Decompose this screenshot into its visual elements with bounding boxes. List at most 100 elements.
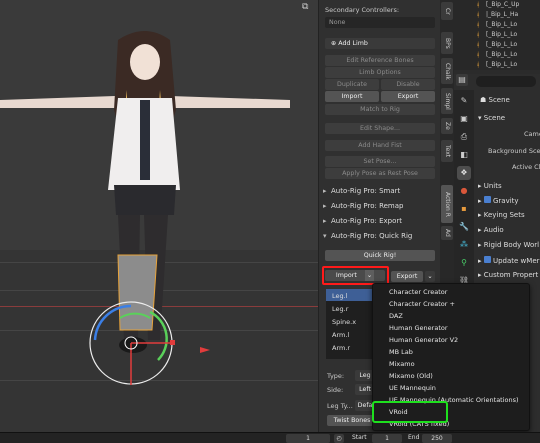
export-chevron-icon[interactable]: ⌄ [425,271,435,282]
duplicate-button[interactable]: Duplicate [325,79,379,90]
section-export[interactable]: ▸ Auto-Rig Pro: Export [323,215,437,227]
menu-item-human-generator[interactable]: Human Generator [389,322,448,334]
menu-item-human-generator-v2[interactable]: Human Generator V2 [389,334,458,346]
active-clip-label: Active Cl [512,163,540,171]
current-frame-field[interactable]: 1 [286,434,330,443]
update-wmesh-panel[interactable]: ▸ Update wMer [478,256,540,265]
highlight-vroid-frame [372,401,448,423]
list-item[interactable]: Arm.r [332,344,350,352]
stopwatch-icon[interactable]: ◴ [334,434,344,443]
table-row[interactable]: ᚼ [_Bip_L_Lo [454,30,540,40]
disable-button[interactable]: Disable [381,79,435,90]
table-row[interactable]: ᚼ [_Bip_L_Lo [454,50,540,60]
scene-panel[interactable]: ▾ Scene [478,114,505,122]
object-icon[interactable]: ▪ [457,202,471,216]
menu-item-ue-mannequin[interactable]: UE Mannequin [389,382,436,394]
chevron-right-icon: ▸ [478,197,484,205]
limb-options-button[interactable]: Limb Options [325,67,435,78]
start-frame-field[interactable]: 1 [372,434,402,443]
tab-chalk[interactable]: Chalk [441,58,453,84]
units-panel[interactable]: ▸ Units [478,182,502,190]
rigid-body-label: Rigid Body Worl [483,241,540,249]
twist-bones-button[interactable]: Twist Bones [327,415,377,426]
custom-props-label: Custom Propert [483,271,539,279]
table-row[interactable]: ᚼ [_Bip_C_Up [454,0,540,10]
world-icon[interactable]: ● [457,184,471,198]
menu-item-mixamo-old[interactable]: Mixamo (Old) [389,370,433,382]
audio-panel[interactable]: ▸ Audio [478,226,504,234]
tool-icon[interactable]: ✎ [457,94,471,108]
tab-ad[interactable]: Ad [441,226,453,240]
3d-viewport[interactable]: ⧉ [0,0,318,432]
tab-cr[interactable]: Cr [441,2,453,20]
add-hand-fist-button[interactable]: Add Hand Fist [325,140,435,151]
section-quick-rig[interactable]: ▾ Auto-Rig Pro: Quick Rig [323,230,437,242]
update-wmesh-checkbox[interactable] [483,256,491,263]
physics-icon[interactable]: ⚲ [457,256,471,270]
apply-pose-as-rest-button[interactable]: Apply Pose as Rest Pose [325,168,435,179]
gravity-checkbox[interactable] [483,196,491,203]
table-row[interactable]: ᚼ [_Bip_L_Lo [454,60,540,70]
end-label: End [408,434,420,441]
camera-icon[interactable]: ⧉ [302,2,314,12]
bone-icon: ᚼ [476,21,481,29]
render-icon[interactable]: ▣ [457,112,471,126]
quick-rig-export-button[interactable]: Export [391,271,423,282]
tab-action-r[interactable]: Action R [441,185,453,223]
tab-ze[interactable]: Ze [441,118,453,134]
section-quick-rig-label: Auto-Rig Pro: Quick Rig [331,232,413,240]
camera-label: Camer [524,130,540,138]
quick-rig-button[interactable]: Quick Rig! [325,250,435,261]
list-item[interactable]: Arm.l [332,331,349,339]
chevron-down-icon: ▾ [323,232,327,240]
scene-header: ☗ Scene [480,96,510,104]
import-limb-button[interactable]: Import [325,91,379,102]
list-item[interactable]: Leg.l [332,292,348,300]
menu-item-daz[interactable]: DAZ [389,310,403,322]
particles-icon[interactable]: ⁂ [457,238,471,252]
table-row[interactable]: ᚼ [_Bip_L_Lo [454,40,540,50]
edit-shape-button[interactable]: Edit Shape... [325,123,435,134]
side-label: Side: [327,386,344,394]
list-item[interactable]: Leg.r [332,305,348,313]
tab-text[interactable]: Text [441,140,453,162]
edit-reference-bones-button[interactable]: Edit Reference Bones [325,55,435,66]
bone-list[interactable]: Leg.l Leg.r Spine.x Arm.l Arm.r [326,289,374,359]
scene-panel-label: Scene [483,114,506,122]
add-limb-menu[interactable]: ⊕ Add Limb [325,38,435,49]
menu-item-character-creator-plus[interactable]: Character Creator + [389,298,455,310]
export-limb-button[interactable]: Export [381,91,435,102]
menu-item-mixamo[interactable]: Mixamo [389,358,415,370]
menu-item-character-creator[interactable]: Character Creator [389,286,447,298]
outliner[interactable]: ᚼ [_Bip_C_Up ᚼ |_Bip_L_Ha ᚼ [_Bip_L_Lo ᚼ [_B… [454,0,540,70]
set-pose-button[interactable]: Set Pose... [325,156,435,167]
tab-simpl[interactable]: Simpl [441,88,453,114]
output-icon[interactable]: ⎙ [457,130,471,144]
chevron-right-icon: ▸ [478,257,484,265]
gravity-panel[interactable]: ▸ Gravity [478,196,519,205]
scene-icon[interactable]: ❖ [457,166,471,180]
keying-sets-panel[interactable]: ▸ Keying Sets [478,211,525,219]
custom-props-panel[interactable]: ▸ Custom Propert [478,271,538,279]
match-to-rig-button[interactable]: Match to Rig [325,104,435,115]
outliner-row-label: [_Bip_L_Lo [486,21,518,28]
end-frame-field[interactable]: 250 [422,434,452,443]
bone-icon: ᚼ [476,1,481,9]
section-smart-label: Auto-Rig Pro: Smart [331,187,401,195]
table-row[interactable]: ᚼ |_Bip_L_Ha [454,10,540,20]
tab-bps[interactable]: BPs [441,32,453,54]
rigid-body-panel[interactable]: ▸ Rigid Body Worl [478,241,539,249]
chevron-right-icon: ▸ [323,202,327,210]
section-smart[interactable]: ▸ Auto-Rig Pro: Smart [323,185,437,197]
menu-item-mb-lab[interactable]: MB Lab [389,346,413,358]
list-item[interactable]: Spine.x [332,318,356,326]
editor-type-icon[interactable]: ▤ [456,74,468,86]
background-scene-label: Background Sce [488,147,540,155]
search-input[interactable] [476,76,536,87]
secondary-controllers-select[interactable]: None [325,17,435,28]
table-row[interactable]: ᚼ [_Bip_L_Lo [454,20,540,30]
chevron-right-icon: ▸ [323,217,327,225]
section-remap[interactable]: ▸ Auto-Rig Pro: Remap [323,200,437,212]
view-layer-icon[interactable]: ◧ [457,148,471,162]
modifier-icon[interactable]: 🔧 [457,220,471,234]
